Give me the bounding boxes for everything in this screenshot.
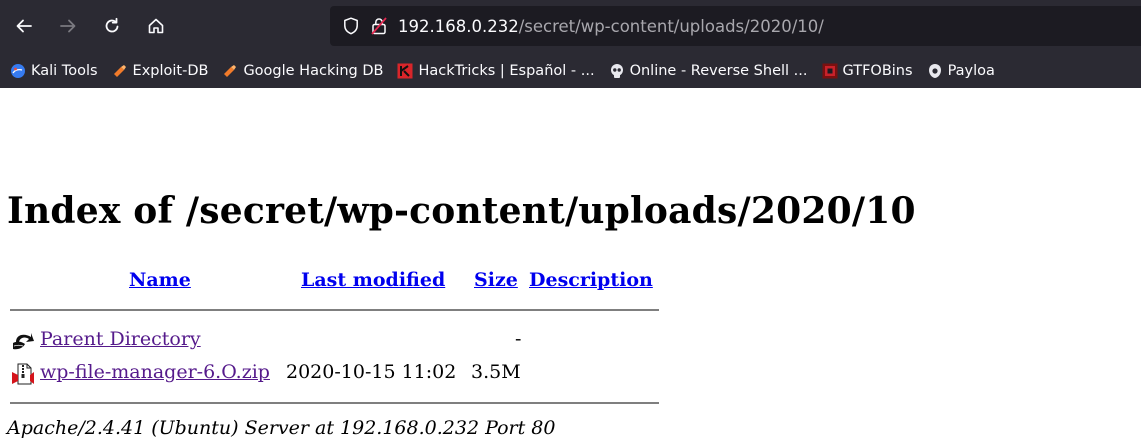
- page-title: Index of /secret/wp-content/uploads/2020…: [7, 190, 916, 232]
- reload-button[interactable]: [96, 10, 128, 42]
- footer-divider: [10, 402, 659, 404]
- url-text[interactable]: 192.168.0.232/secret/wp-content/uploads/…: [398, 17, 824, 36]
- bookmark-label: GTFOBins: [842, 63, 913, 79]
- bookmark-label: Exploit-DB: [132, 63, 209, 79]
- payloads-icon: [927, 63, 943, 79]
- tracking-protection-shield-icon[interactable]: [342, 17, 360, 35]
- column-header-name[interactable]: Name: [129, 269, 191, 291]
- column-header-description[interactable]: Description: [529, 269, 653, 291]
- arrow-left-icon: [16, 19, 32, 33]
- bookmark-gtfobins[interactable]: GTFOBins: [822, 63, 913, 79]
- exploit-db-icon: [112, 63, 128, 79]
- bookmark-exploit-db[interactable]: Exploit-DB: [112, 63, 209, 79]
- bookmark-label: HackTricks | Español - ...: [418, 63, 595, 79]
- parent-directory-link[interactable]: Parent Directory: [40, 328, 201, 350]
- ghdb-icon: [222, 63, 238, 79]
- compressed-file-icon: [11, 362, 35, 390]
- bookmark-kali-tools[interactable]: Kali Tools: [10, 63, 98, 79]
- hacktricks-icon: [397, 63, 413, 79]
- insecure-lock-icon[interactable]: [370, 17, 388, 35]
- kali-icon: [10, 63, 26, 79]
- back-button[interactable]: [8, 10, 40, 42]
- column-header-size[interactable]: Size: [474, 269, 518, 291]
- column-header-last-modified[interactable]: Last modified: [301, 269, 445, 291]
- url-host: 192.168.0.232: [398, 16, 519, 36]
- zip-file-link[interactable]: wp-file-manager-6.O.zip: [40, 361, 270, 383]
- server-signature: Apache/2.4.41 (Ubuntu) Server at 192.168…: [7, 417, 556, 439]
- bookmark-label: Google Hacking DB: [243, 63, 384, 79]
- zip-file-last-modified: 2020-10-15 11:02: [286, 361, 457, 383]
- bookmark-label: Kali Tools: [31, 63, 98, 79]
- back-arrow-icon: [11, 329, 35, 357]
- home-icon: [148, 18, 164, 34]
- bookmark-hacktricks[interactable]: HackTricks | Español - ...: [397, 63, 595, 79]
- address-bar[interactable]: 192.168.0.232/secret/wp-content/uploads/…: [330, 6, 1141, 46]
- parent-directory-size: -: [515, 328, 522, 350]
- skull-icon: [609, 63, 625, 79]
- zip-file-size: 3.5M: [471, 361, 521, 383]
- bookmark-reverse-shell[interactable]: Online - Reverse Shell ...: [609, 63, 808, 79]
- bookmark-payloads[interactable]: Payloa: [927, 63, 995, 79]
- bookmarks-toolbar: Kali Tools Exploit-DB Google Hacking DB …: [0, 54, 1141, 88]
- bookmark-label: Payloa: [947, 63, 995, 79]
- bookmark-google-hacking-db[interactable]: Google Hacking DB: [222, 63, 383, 79]
- bookmark-label: Online - Reverse Shell ...: [629, 63, 808, 79]
- browser-toolbar: 192.168.0.232/secret/wp-content/uploads/…: [0, 0, 1141, 54]
- url-path: /secret/wp-content/uploads/2020/10/: [518, 16, 824, 36]
- reload-icon: [105, 17, 119, 33]
- gtfobins-icon: [822, 63, 838, 79]
- header-divider: [10, 309, 659, 311]
- forward-button[interactable]: [52, 10, 84, 42]
- arrow-right-icon: [60, 19, 76, 33]
- home-button[interactable]: [140, 10, 172, 42]
- browser-chrome: 192.168.0.232/secret/wp-content/uploads/…: [0, 0, 1141, 88]
